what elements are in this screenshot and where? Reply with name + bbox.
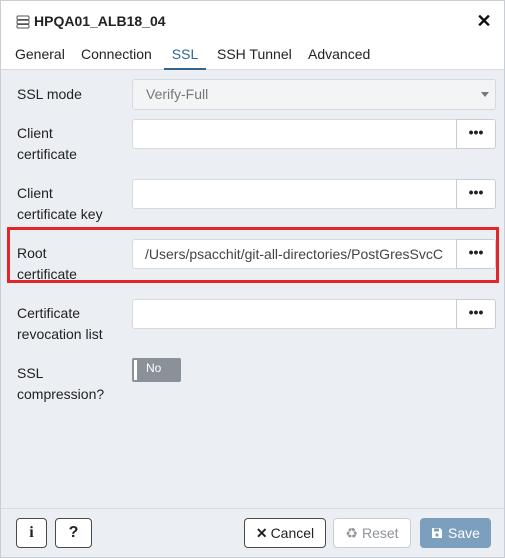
dialog-footer: i ? ✕ Cancel ♻ Reset Save [1,508,504,557]
recycle-icon: ♻ [345,525,358,541]
floppy-disk-icon [432,528,443,538]
client-certificate-label: Client certificate [17,125,77,162]
certificate-revocation-list-browse-button[interactable]: ••• [456,299,496,329]
close-icon[interactable]: ✕ [475,12,493,30]
client-certificate-key-label: Client certificate key [17,185,103,222]
certificate-revocation-list-label: Certificate revocation list [17,305,103,342]
root-certificate-highlight [7,227,499,283]
toggle-knob [134,360,137,380]
ssl-mode-label: SSL mode [17,86,82,102]
client-certificate-browse-button[interactable]: ••• [456,119,496,149]
save-label: Save [448,525,480,541]
info-button[interactable]: i [16,518,47,548]
tab-bar: General Connection SSL SSH Tunnel Advanc… [1,41,504,70]
tab-ssl[interactable]: SSL [164,46,206,70]
ssl-compression-toggle[interactable]: No [132,358,181,382]
tab-advanced[interactable]: Advanced [306,46,372,70]
tab-general[interactable]: General [13,46,67,70]
client-certificate-key-browse-button[interactable]: ••• [456,179,496,209]
info-icon: i [29,524,34,541]
help-button[interactable]: ? [55,518,92,548]
tab-ssh-tunnel[interactable]: SSH Tunnel [215,46,294,70]
cancel-button[interactable]: ✕ Cancel [244,518,326,548]
ssl-compression-label: SSL compression? [17,365,105,402]
dialog-titlebar: HPQA01_ALB18_04 ✕ [1,1,504,41]
server-icon [16,15,30,29]
ssl-mode-select[interactable]: Verify-Full [132,79,496,110]
reset-label: Reset [361,525,399,541]
reset-button[interactable]: ♻ Reset [333,518,411,548]
cancel-label: Cancel [270,525,315,541]
tab-connection[interactable]: Connection [79,46,154,70]
help-icon: ? [68,524,79,541]
client-certificate-input[interactable] [132,119,457,149]
close-icon: ✕ [255,525,268,541]
ssl-compression-value: No [146,361,162,375]
chevron-down-icon [481,92,489,97]
save-button[interactable]: Save [420,518,491,548]
server-dialog: HPQA01_ALB18_04 ✕ General Connection SSL… [0,0,505,558]
certificate-revocation-list-input[interactable] [132,299,457,329]
client-certificate-key-input[interactable] [132,179,457,209]
dialog-title: HPQA01_ALB18_04 [34,13,166,29]
ssl-mode-value: Verify-Full [146,86,209,102]
